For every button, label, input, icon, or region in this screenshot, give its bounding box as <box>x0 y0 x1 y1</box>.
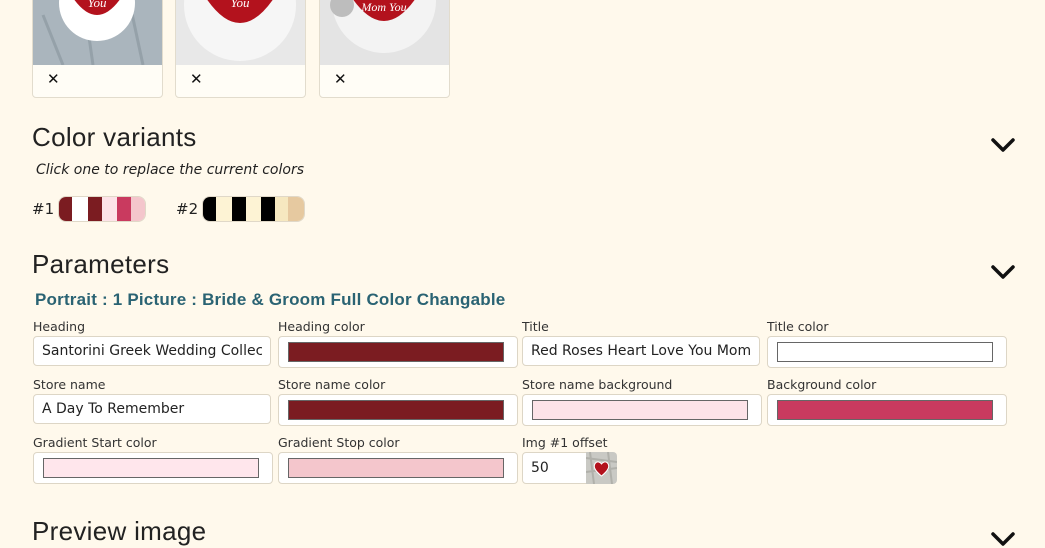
thumbnail-1: You ✕ <box>32 0 163 98</box>
thumbnail-2-caption: You <box>230 0 250 10</box>
heading-color-label: Heading color <box>278 319 365 334</box>
heading-color-picker[interactable] <box>288 342 504 362</box>
remove-thumbnail-3-button[interactable]: ✕ <box>334 72 347 87</box>
color-variant-1-swatches <box>58 196 147 222</box>
swatch <box>246 197 262 221</box>
title-input[interactable] <box>522 336 760 366</box>
parameters-title: Parameters <box>32 249 170 279</box>
store-name-color-field: Store name color <box>278 377 518 426</box>
heading-label: Heading <box>33 319 86 334</box>
swatch <box>232 197 247 221</box>
store-name-label: Store name <box>33 377 106 392</box>
gradient-stop-field: Gradient Stop color <box>278 435 518 484</box>
preview-image-chevron-down-icon[interactable] <box>990 530 1016 548</box>
remove-thumbnail-2-button[interactable]: ✕ <box>190 72 203 87</box>
swatch <box>275 197 289 221</box>
swatch <box>131 197 146 221</box>
swatch <box>261 197 276 221</box>
store-name-background-picker[interactable] <box>532 400 748 420</box>
gradient-start-field: Gradient Start color <box>33 435 273 484</box>
gradient-stop-label: Gradient Stop color <box>278 435 400 450</box>
thumbnail-2-image: You <box>176 0 305 65</box>
background-color-label: Background color <box>767 377 877 392</box>
thumbnail-3-caption: Mom You <box>360 0 406 14</box>
thumbnail-1-image: You <box>33 0 162 65</box>
color-variants-hint: Click one to replace the current colors <box>36 162 305 178</box>
swatch <box>288 197 305 221</box>
swatch <box>102 197 118 221</box>
store-name-color-picker[interactable] <box>288 400 504 420</box>
heading-field: Heading <box>33 319 273 366</box>
background-color-picker[interactable] <box>777 400 993 420</box>
thumbnail-3: Mom You ✕ <box>319 0 450 98</box>
thumbnail-2: You ✕ <box>175 0 306 98</box>
title-label: Title <box>522 319 549 334</box>
color-variants-title: Color variants <box>32 122 197 152</box>
color-variant-1-label: #1 <box>32 200 55 218</box>
swatch <box>88 197 103 221</box>
color-variant-2-label: #2 <box>176 200 199 218</box>
title-color-field: Title color <box>767 319 1007 368</box>
color-variant-1[interactable]: #1 <box>32 196 147 222</box>
thumbnail-3-image: Mom You <box>320 0 449 65</box>
thumbnail-1-caption: You <box>87 0 107 10</box>
swatch <box>72 197 89 221</box>
preview-image-title: Preview image <box>32 516 207 546</box>
title-color-label: Title color <box>767 319 829 334</box>
gradient-start-color-picker[interactable] <box>43 458 259 478</box>
gradient-stop-color-picker[interactable] <box>288 458 504 478</box>
store-name-color-label: Store name color <box>278 377 386 392</box>
swatch <box>117 197 132 221</box>
heading-input[interactable] <box>33 336 271 366</box>
title-field: Title <box>522 319 762 366</box>
swatch <box>203 197 217 221</box>
color-variant-2-swatches <box>202 196 306 222</box>
color-variants-chevron-down-icon[interactable] <box>990 136 1016 154</box>
img-offset-preview[interactable] <box>586 452 617 484</box>
store-name-input[interactable] <box>33 394 271 424</box>
swatch <box>216 197 233 221</box>
color-variant-2[interactable]: #2 <box>176 196 306 222</box>
img-offset-input[interactable] <box>522 452 588 484</box>
title-color-picker[interactable] <box>777 342 993 362</box>
template-name: Portrait : 1 Picture : Bride & Groom Ful… <box>35 290 506 309</box>
gradient-start-label: Gradient Start color <box>33 435 157 450</box>
parameters-chevron-down-icon[interactable] <box>990 263 1016 281</box>
img-offset-label: Img #1 offset <box>522 435 608 450</box>
swatch <box>59 197 73 221</box>
img-offset-field: Img #1 offset <box>522 435 762 484</box>
remove-thumbnail-1-button[interactable]: ✕ <box>47 72 60 87</box>
store-name-background-field: Store name background <box>522 377 762 426</box>
heading-color-field: Heading color <box>278 319 518 368</box>
store-name-field: Store name <box>33 377 273 424</box>
store-name-background-label: Store name background <box>522 377 673 392</box>
background-color-field: Background color <box>767 377 1007 426</box>
